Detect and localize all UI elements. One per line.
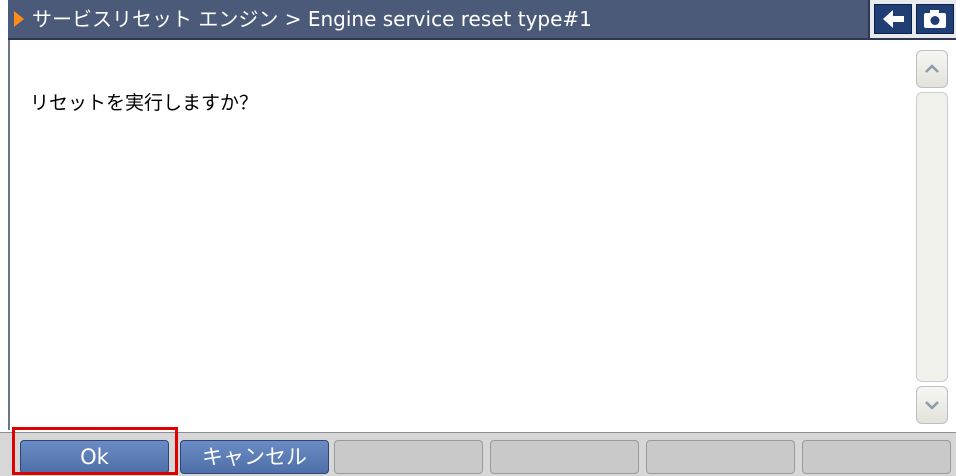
back-arrow-icon — [883, 10, 904, 28]
ok-button[interactable]: Ok — [20, 440, 169, 474]
function-button-5 — [646, 440, 795, 474]
confirmation-message: リセットを実行しますか？ — [30, 92, 259, 114]
chevron-up-icon — [925, 64, 939, 73]
chevron-down-icon — [925, 401, 939, 410]
message-pane: リセットを実行しますか？ — [8, 40, 956, 430]
app-window: サービスリセット エンジン > Engine service reset typ… — [0, 0, 956, 476]
function-button-4 — [490, 440, 639, 474]
cancel-button[interactable]: キャンセル — [180, 440, 329, 474]
page-title: サービスリセット エンジン > Engine service reset typ… — [32, 7, 592, 31]
play-arrow-icon — [14, 11, 24, 27]
camera-icon — [924, 10, 946, 28]
camera-button[interactable] — [916, 4, 954, 34]
back-button[interactable] — [874, 4, 912, 34]
scroll-track[interactable] — [916, 92, 948, 382]
title-actions — [868, 0, 956, 38]
function-button-bar: Ok キャンセル — [0, 432, 956, 476]
title-bar: サービスリセット エンジン > Engine service reset typ… — [8, 0, 956, 40]
scroll-up-button[interactable] — [916, 50, 948, 88]
function-button-6 — [802, 440, 951, 474]
function-button-3 — [334, 440, 483, 474]
scroll-down-button[interactable] — [916, 386, 948, 424]
vertical-scrollbar[interactable] — [916, 50, 948, 424]
